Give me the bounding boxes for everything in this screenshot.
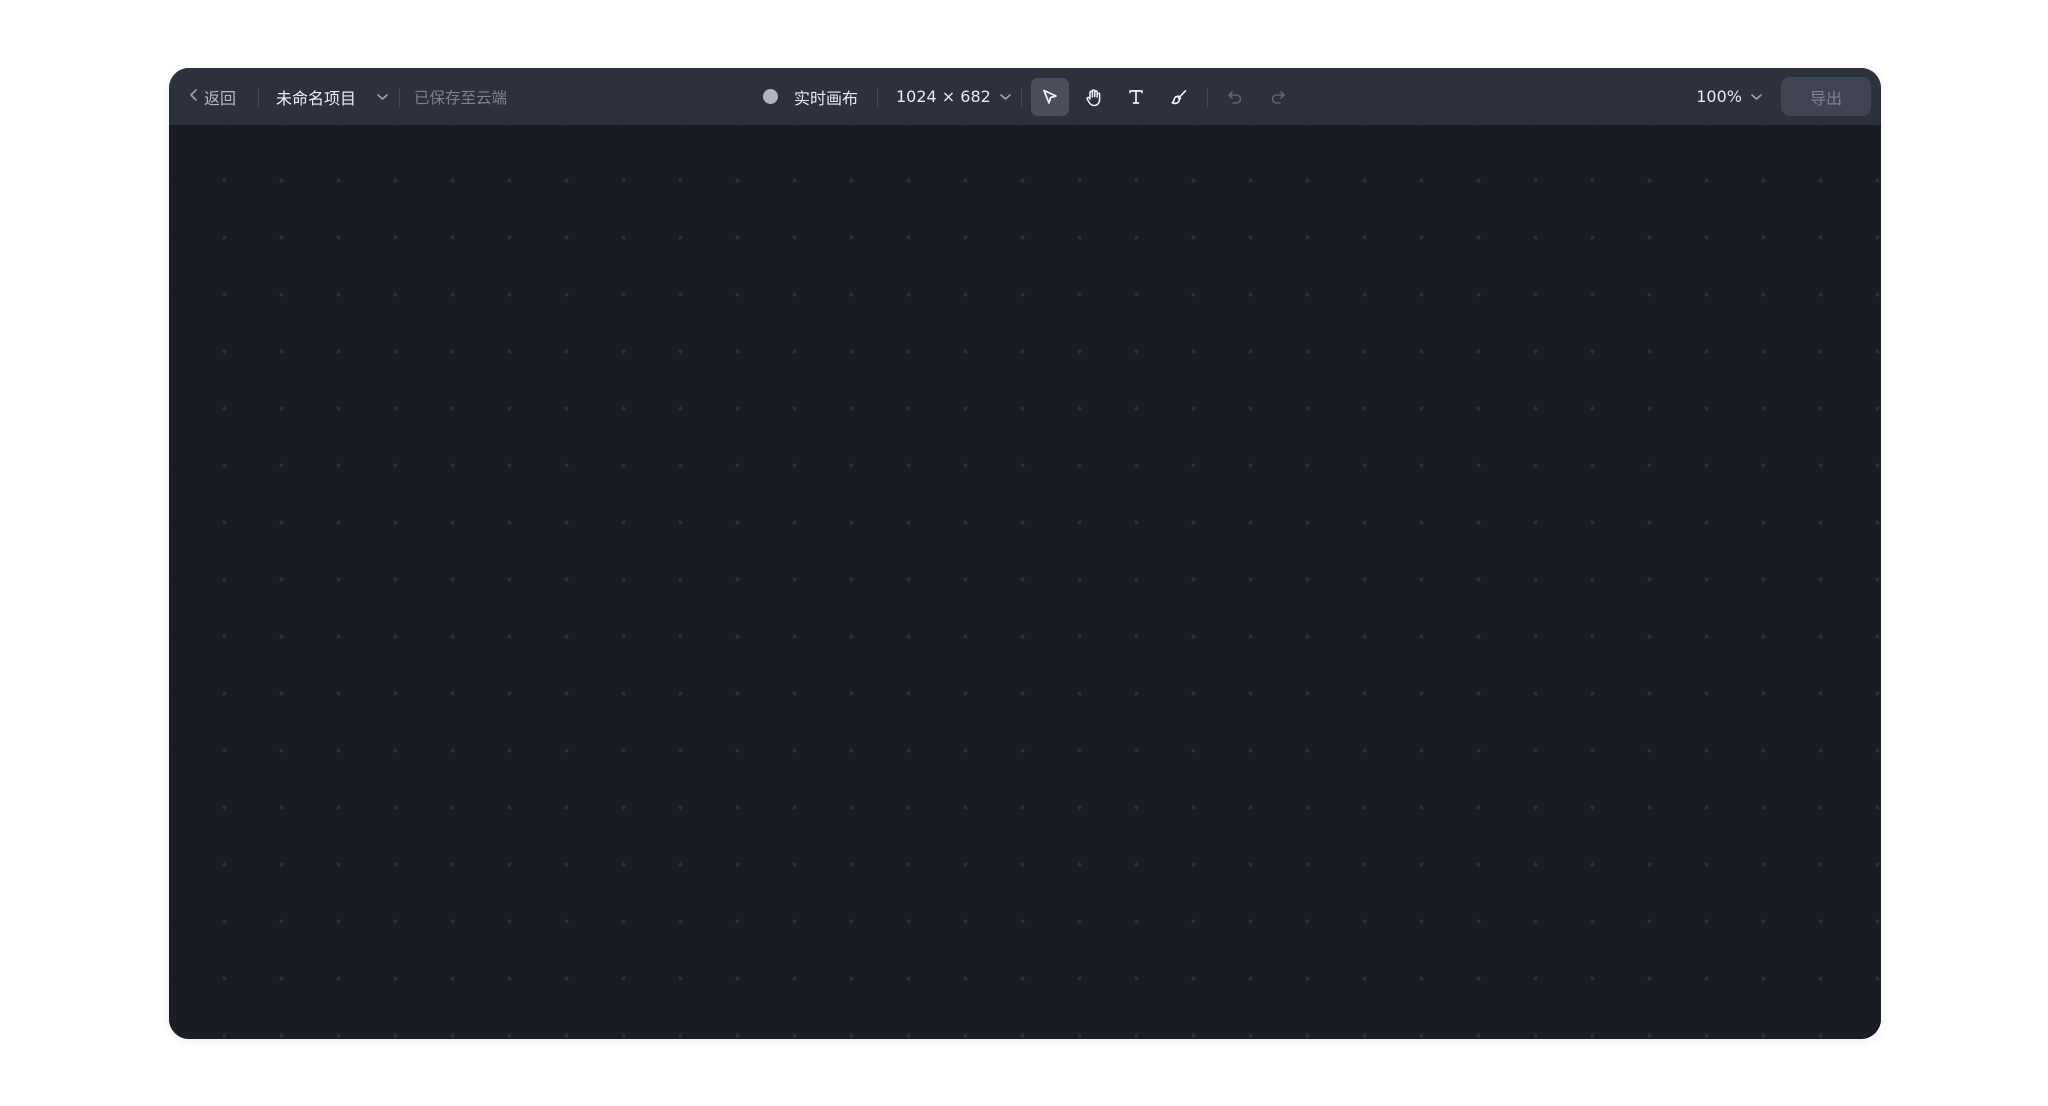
canvas-mode: 实时画布 <box>763 68 858 125</box>
chevron-down-icon <box>1750 93 1763 101</box>
project-name: 未命名项目 <box>276 88 357 108</box>
divider <box>399 87 400 107</box>
canvas-size-label: 1024 × 682 <box>896 87 991 106</box>
project-name-dropdown[interactable]: 未命名项目 <box>276 68 389 125</box>
drawing-canvas[interactable] <box>169 125 1881 1039</box>
chevron-down-icon <box>376 93 389 101</box>
back-button[interactable]: 返回 <box>189 68 236 125</box>
brush-icon <box>1170 88 1189 107</box>
cursor-arrow-icon <box>1041 88 1059 106</box>
status-dot <box>763 89 778 104</box>
hand-icon <box>1084 88 1103 107</box>
redo-button[interactable] <box>1259 78 1297 116</box>
text-icon <box>1127 88 1145 106</box>
top-toolbar: 返回 未命名项目 已保存至云端 实时画布 1024 × 682 100% 导出 <box>169 68 1881 125</box>
divider <box>258 87 259 107</box>
divider <box>1021 87 1022 107</box>
undo-button[interactable] <box>1216 78 1254 116</box>
zoom-dropdown[interactable]: 100% <box>1696 68 1763 125</box>
brush-tool-button[interactable] <box>1160 78 1198 116</box>
zoom-level: 100% <box>1696 87 1742 106</box>
redo-icon <box>1269 88 1287 106</box>
export-button[interactable]: 导出 <box>1781 77 1871 116</box>
chevron-down-icon <box>999 93 1012 101</box>
canvas-size-dropdown[interactable]: 1024 × 682 <box>896 68 1012 125</box>
divider <box>877 87 878 107</box>
select-tool-button[interactable] <box>1031 78 1069 116</box>
canvas-mode-label: 实时画布 <box>794 88 859 108</box>
chevron-left-icon <box>189 88 198 106</box>
save-status: 已保存至云端 <box>414 88 508 107</box>
divider <box>1207 87 1208 107</box>
editor-window: 返回 未命名项目 已保存至云端 实时画布 1024 × 682 100% 导出 <box>169 68 1881 1039</box>
undo-icon <box>1226 88 1244 106</box>
back-label: 返回 <box>204 88 237 108</box>
text-tool-button[interactable] <box>1117 78 1155 116</box>
hand-tool-button[interactable] <box>1074 78 1112 116</box>
